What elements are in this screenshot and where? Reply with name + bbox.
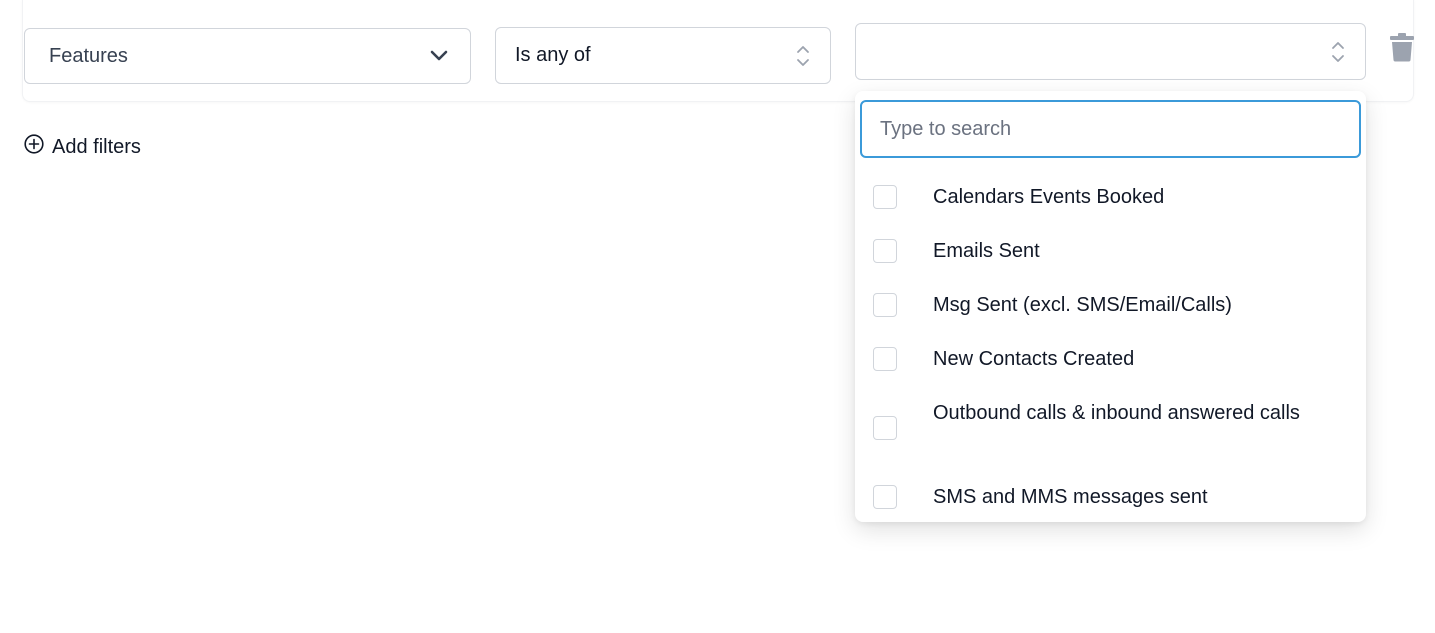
plus-circle-icon bbox=[24, 134, 44, 160]
up-down-chevron-icon bbox=[796, 43, 810, 69]
option-item[interactable]: New Contacts Created bbox=[855, 344, 1366, 374]
option-checkbox[interactable] bbox=[873, 293, 897, 317]
chevron-down-icon bbox=[430, 50, 448, 62]
field-select[interactable]: Features bbox=[24, 28, 471, 84]
option-item[interactable]: Msg Sent (excl. SMS/Email/Calls) bbox=[855, 290, 1366, 320]
option-item[interactable]: Calendars Events Booked bbox=[855, 182, 1366, 212]
add-filters-label: Add filters bbox=[52, 135, 141, 158]
option-item[interactable]: Outbound calls & inbound answered calls bbox=[855, 398, 1366, 458]
option-label: Emails Sent bbox=[933, 240, 1040, 262]
option-label: SMS and MMS messages sent bbox=[933, 486, 1208, 508]
option-item[interactable]: SMS and MMS messages sent bbox=[855, 482, 1366, 512]
search-input[interactable] bbox=[860, 100, 1361, 158]
option-checkbox[interactable] bbox=[873, 239, 897, 263]
filter-builder: Features Is any of Add filters Type to s… bbox=[0, 0, 1435, 633]
option-checkbox[interactable] bbox=[873, 185, 897, 209]
option-label: Calendars Events Booked bbox=[933, 186, 1165, 208]
add-filters-button[interactable]: Add filters bbox=[24, 134, 141, 160]
value-select[interactable] bbox=[855, 23, 1366, 80]
option-label: Msg Sent (excl. SMS/Email/Calls) bbox=[933, 294, 1232, 316]
operator-select[interactable]: Is any of bbox=[495, 27, 831, 84]
delete-filter-button[interactable] bbox=[1388, 32, 1416, 67]
option-item[interactable]: Emails Sent bbox=[855, 236, 1366, 266]
value-dropdown-menu: Calendars Events Booked Emails Sent Msg … bbox=[855, 91, 1366, 522]
option-checkbox[interactable] bbox=[873, 347, 897, 371]
option-checkbox[interactable] bbox=[873, 416, 897, 440]
operator-select-value: Is any of bbox=[515, 44, 591, 66]
up-down-chevron-icon bbox=[1331, 39, 1345, 65]
field-select-value: Features bbox=[49, 44, 128, 67]
trash-icon bbox=[1389, 32, 1415, 67]
option-label: Outbound calls & inbound answered calls bbox=[933, 402, 1300, 424]
option-checkbox[interactable] bbox=[873, 485, 897, 509]
option-label: New Contacts Created bbox=[933, 348, 1135, 370]
